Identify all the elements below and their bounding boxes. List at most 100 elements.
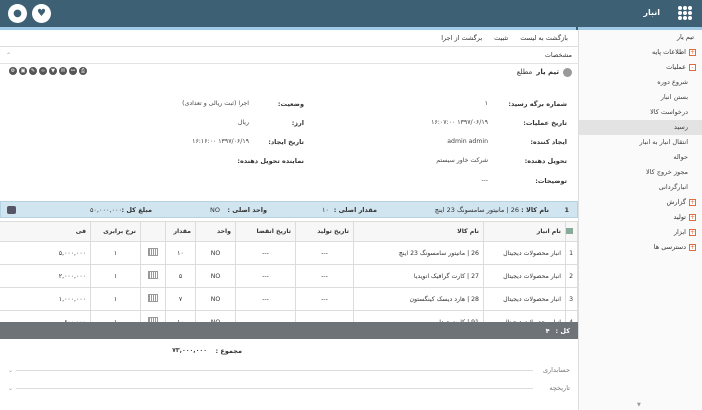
toolbar-icons: ⎙ ⚯ ✉ ▼ ∞ ✎ ▣ ⚙ bbox=[9, 67, 87, 75]
sidebar-item-teamyar[interactable]: تیم یار bbox=[579, 30, 702, 45]
sidebar-item-operations[interactable]: - عملیات bbox=[579, 60, 702, 75]
print-icon[interactable]: ⎙ bbox=[79, 67, 87, 75]
col-header-warehouse[interactable]: نام انبار bbox=[483, 221, 566, 242]
chevron-up-icon[interactable]: ⌃ bbox=[6, 52, 11, 59]
barcode-icon[interactable] bbox=[148, 294, 158, 302]
sidebar: تیم یار + اطلاعات پایه - عملیات شروع دوره … bbox=[578, 30, 702, 410]
col-header-qty[interactable]: مقدار bbox=[165, 221, 196, 242]
minus-icon: - bbox=[689, 64, 696, 71]
barcode-icon[interactable] bbox=[148, 248, 158, 256]
table-header-menu[interactable] bbox=[565, 221, 578, 242]
main-unit-value: NO bbox=[210, 205, 220, 214]
count-label: کل : bbox=[555, 326, 570, 335]
main-qty-label: مقدار اصلی : bbox=[333, 205, 377, 214]
dropdown-icon[interactable]: ▼ bbox=[49, 67, 57, 75]
col-header-rate[interactable]: نرخ برابری bbox=[90, 221, 141, 242]
op-date-value: ۱۳۹۷/۰۶/۱۹ ۱۶:۰۷:۰۰ bbox=[431, 119, 488, 126]
items-count-bar: کل : ۴ bbox=[0, 322, 578, 339]
attach-icon[interactable]: ⚯ bbox=[69, 67, 77, 75]
sum-value: ۷۳,۰۰۰,۰۰۰ bbox=[172, 347, 207, 354]
main-qty-value: ۱۰ bbox=[322, 205, 329, 214]
app-title: انبار bbox=[643, 8, 660, 17]
link-icon[interactable]: ∞ bbox=[39, 67, 47, 75]
sidebar-item-exit-permit[interactable]: مجوز خروج کالا bbox=[579, 165, 702, 180]
items-table: نام انبار نام کالا تاریخ تولید تاریخ انق… bbox=[0, 221, 578, 334]
plus-icon: + bbox=[689, 244, 696, 251]
sidebar-item-tools[interactable]: + ابزار bbox=[579, 225, 702, 240]
item-panel-header[interactable]: 1 نام کالا : 26 | مانیتور سامسونگ 23 این… bbox=[0, 201, 578, 218]
col-header-item[interactable]: نام کالا bbox=[353, 221, 484, 242]
plus-icon: + bbox=[689, 229, 696, 236]
accounting-section[interactable]: حسابداری ⌄ bbox=[0, 362, 578, 378]
back-to-list-button[interactable]: بازگشت به لیست bbox=[520, 34, 568, 42]
description-label: توضیحات: bbox=[535, 177, 567, 185]
col-header-unit-price[interactable]: فی bbox=[0, 221, 91, 242]
sidebar-item-item-request[interactable]: درخواست کالا bbox=[579, 105, 702, 120]
sidebar-item-report[interactable]: + گزارش bbox=[579, 195, 702, 210]
currency-value: ریال bbox=[237, 119, 249, 126]
details-section-header[interactable]: مشخصات ⌃ bbox=[0, 47, 578, 64]
table-row[interactable]: 3 انبار محصولات دیجیتال 28 | هارد دیسک ک… bbox=[0, 287, 578, 311]
deliverer-value: شرکت خاور سیستم bbox=[436, 157, 488, 164]
op-date-label: تاریخ عملیات: bbox=[523, 119, 567, 127]
user-icon[interactable]: ● bbox=[8, 4, 27, 23]
apps-grid-icon[interactable] bbox=[678, 6, 692, 20]
teamyar-label: تیم یار bbox=[536, 68, 559, 76]
sidebar-item-production[interactable]: + تولید bbox=[579, 210, 702, 225]
revert-button[interactable]: برگشت از اجرا bbox=[441, 34, 482, 42]
sidebar-item-stocktaking[interactable]: انبارگردانی bbox=[579, 180, 702, 195]
table-header-row: نام انبار نام کالا تاریخ تولید تاریخ انق… bbox=[0, 221, 578, 242]
count-value: ۴ bbox=[545, 326, 550, 335]
table-row[interactable]: 1 انبار محصولات دیجیتال 26 | مانیتور سام… bbox=[0, 241, 578, 265]
details-title: مشخصات bbox=[544, 51, 572, 59]
chevron-down-icon[interactable]: ⌄ bbox=[8, 385, 13, 392]
top-bar: انبار ● ♥ bbox=[0, 0, 702, 27]
table-row[interactable]: 2 انبار محصولات دیجیتال 27 | کارت گرافیک… bbox=[0, 264, 578, 288]
sidebar-item-receipt[interactable]: رسید bbox=[579, 120, 702, 135]
sidebar-item-transfer[interactable]: انتقال انبار به انبار bbox=[579, 135, 702, 150]
col-header-prod-date[interactable]: تاریخ تولید bbox=[295, 221, 354, 242]
sidebar-item-base-info[interactable]: + اطلاعات پایه bbox=[579, 45, 702, 60]
sidebar-item-access[interactable]: + دسترسی ها bbox=[579, 240, 702, 255]
plus-icon: + bbox=[689, 49, 696, 56]
settings-icon[interactable]: ⚙ bbox=[9, 67, 17, 75]
status-label: وضعیت: bbox=[277, 100, 304, 108]
teamyar-suffix: مطلع bbox=[516, 68, 533, 76]
archive-icon[interactable]: ▣ bbox=[19, 67, 27, 75]
history-title: تاریخچه bbox=[549, 384, 570, 392]
item-index: 1 bbox=[564, 205, 569, 214]
sidebar-item-close-warehouse[interactable]: بستن انبار bbox=[579, 90, 702, 105]
items-table-wrap: نام انبار نام کالا تاریخ تولید تاریخ انق… bbox=[0, 221, 578, 334]
receipt-no-value: ۱ bbox=[484, 100, 488, 107]
sidebar-item-remittance[interactable]: حواله bbox=[579, 150, 702, 165]
col-header-exp-date[interactable]: تاریخ انقضا bbox=[235, 221, 296, 242]
chevron-down-icon[interactable]: ⌄ bbox=[8, 367, 13, 374]
status-value: اجرا (ثبت ریالی و تعدادی) bbox=[182, 100, 249, 107]
column-menu-icon[interactable] bbox=[566, 227, 573, 234]
history-section[interactable]: تاریخچه ⌄ bbox=[0, 380, 578, 396]
main-unit-label: واحد اصلی : bbox=[227, 205, 267, 214]
scroll-down-icon[interactable]: ▼ bbox=[637, 402, 641, 408]
edit-icon[interactable]: ✎ bbox=[29, 67, 37, 75]
col-header-unit[interactable]: واحد bbox=[195, 221, 236, 242]
create-date-label: تاریخ ایجاد: bbox=[268, 138, 304, 146]
deliverer-label: تحویل دهنده: bbox=[524, 157, 567, 165]
main-content: بازگشت به لیست تثبیت برگشت از اجرا مشخصا… bbox=[0, 30, 578, 410]
confirm-button[interactable]: تثبیت bbox=[494, 34, 508, 42]
action-bar: بازگشت به لیست تثبیت برگشت از اجرا bbox=[0, 30, 578, 47]
item-name-label: نام کالا : bbox=[521, 205, 549, 214]
accounting-title: حسابداری bbox=[542, 366, 570, 374]
email-icon[interactable]: ✉ bbox=[59, 67, 67, 75]
total-amount-value: ۵۰,۰۰۰,۰۰۰ bbox=[89, 205, 122, 214]
barcode-icon[interactable] bbox=[148, 271, 158, 279]
bell-icon[interactable]: ♥ bbox=[32, 4, 51, 23]
avatar bbox=[563, 67, 572, 77]
total-amount-label: مبلغ کل : bbox=[121, 205, 152, 214]
col-header-scan bbox=[140, 221, 166, 242]
sidebar-item-start-period[interactable]: شروع دوره bbox=[579, 75, 702, 90]
receipt-no-label: شماره برگه رسید: bbox=[508, 100, 567, 108]
plus-icon: + bbox=[689, 199, 696, 206]
create-date-value: ۱۳۹۷/۰۶/۱۹ ۱۶:۱۶:۰۰ bbox=[192, 138, 249, 145]
creator-value: admin admin bbox=[447, 138, 488, 145]
item-panel-menu-icon[interactable] bbox=[7, 206, 16, 214]
